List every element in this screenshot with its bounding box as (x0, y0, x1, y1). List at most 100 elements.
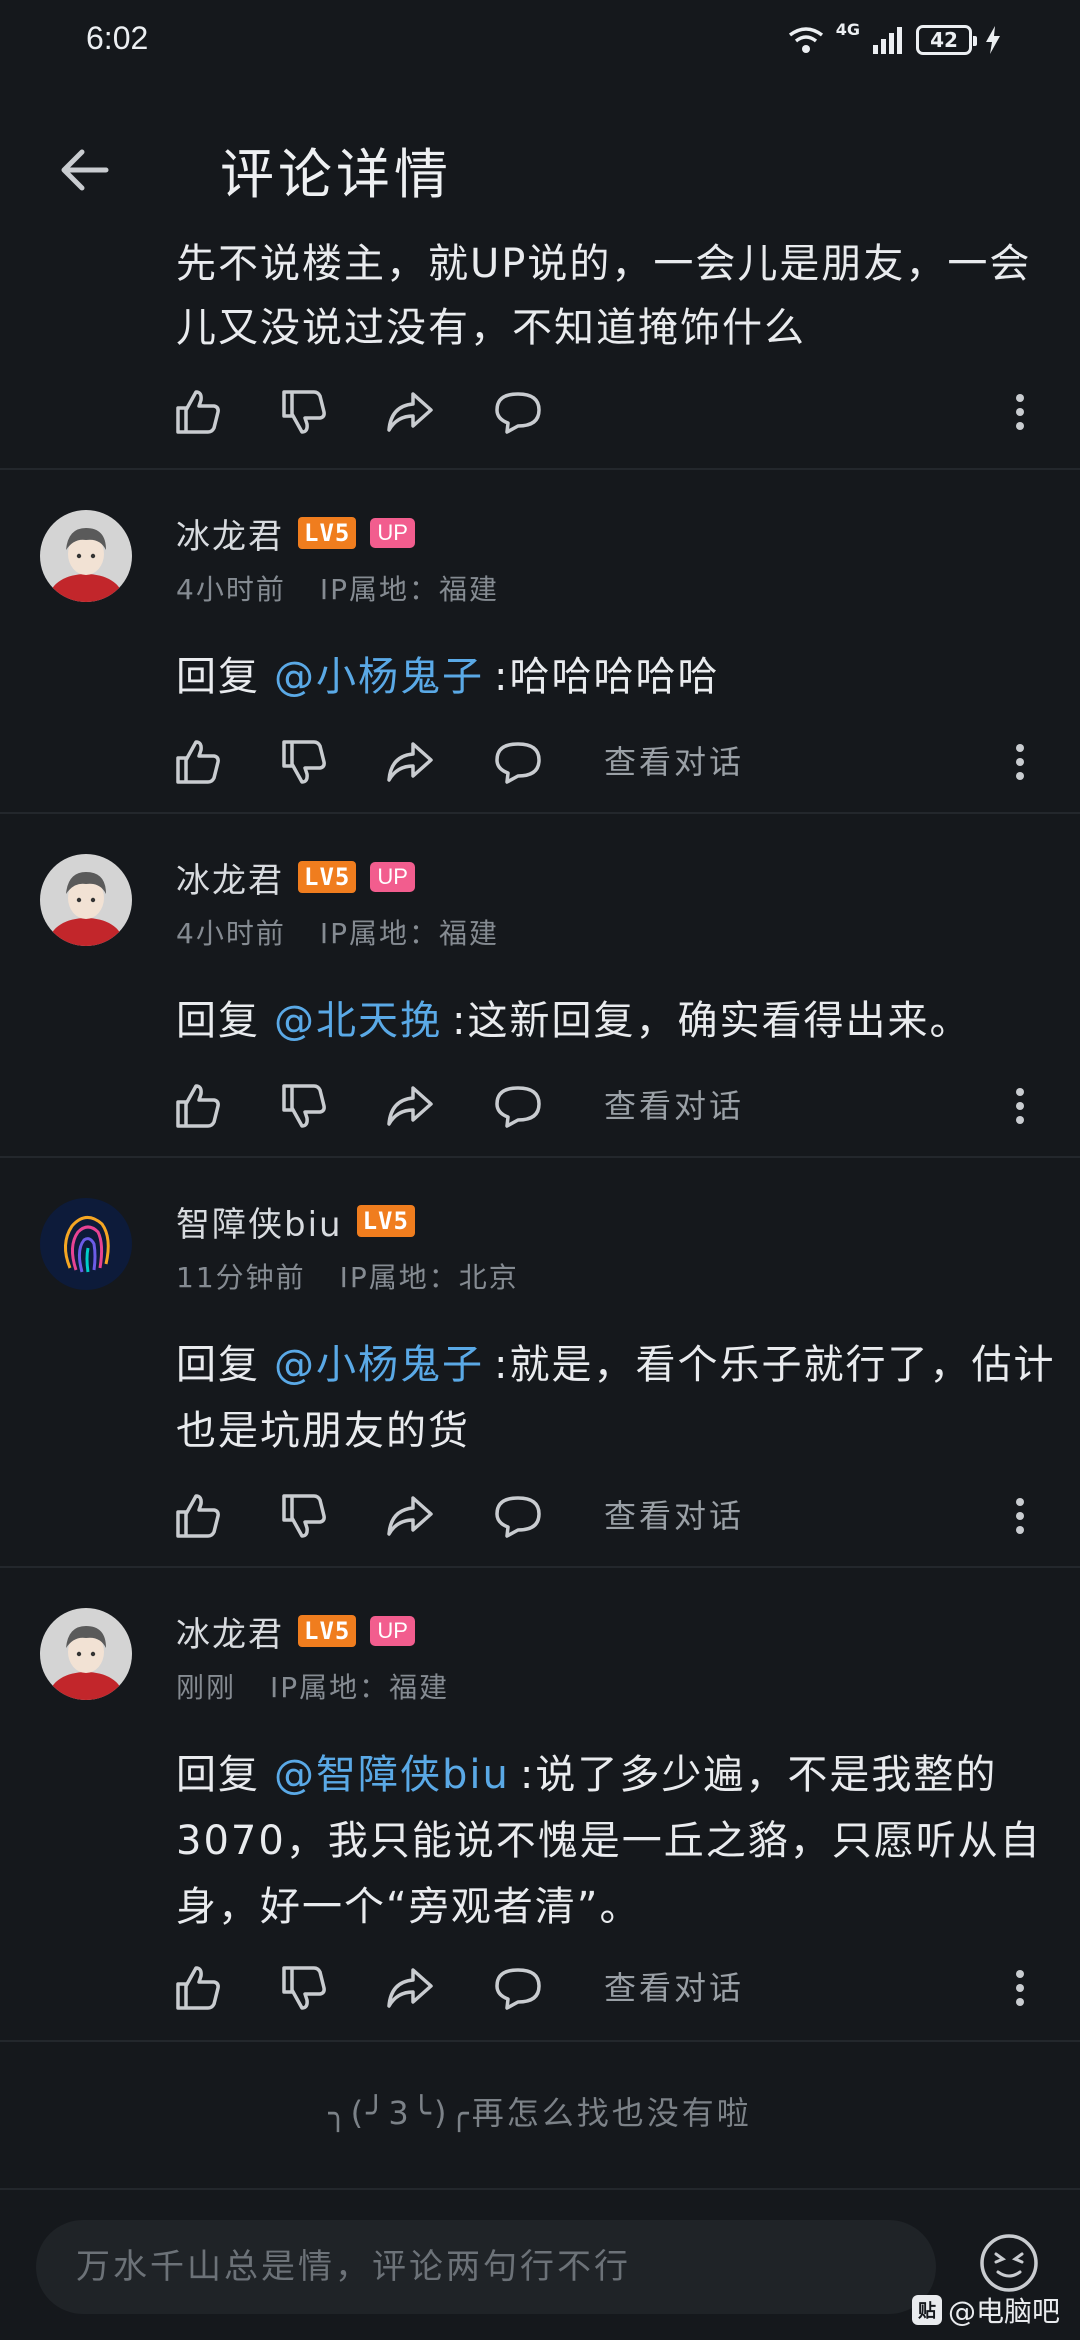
emoji-icon (980, 2234, 1038, 2292)
comment-meta: 4小时前 IP属地：福建 (176, 912, 499, 952)
comment-bubble-icon (495, 392, 541, 434)
reply-button[interactable] (492, 1962, 544, 2014)
avatar[interactable] (40, 1608, 132, 1700)
share-button[interactable] (384, 736, 436, 788)
avatar[interactable] (40, 1198, 132, 1290)
dislike-button[interactable] (278, 736, 330, 788)
avatar[interactable] (40, 854, 132, 946)
dislike-button[interactable] (278, 1080, 330, 1132)
mention-link[interactable]: @小杨鬼子 (274, 654, 484, 700)
thumbs-up-icon (176, 1084, 220, 1128)
back-button[interactable] (52, 138, 116, 202)
dislike-button[interactable] (278, 1490, 330, 1542)
share-icon (387, 1496, 433, 1536)
page-title: 评论详情 (220, 143, 452, 206)
comment-actions: 查看对话 (0, 1952, 1080, 2022)
more-button[interactable] (1000, 1962, 1040, 2014)
watermark: 贴 @电脑吧 (911, 2290, 1060, 2330)
more-button[interactable] (1000, 736, 1040, 788)
like-button[interactable] (172, 736, 224, 788)
username-row: 智障侠biu LV5 (176, 1196, 415, 1246)
comment-bubble-icon (495, 1968, 541, 2010)
comment-time: 4小时前 (176, 917, 286, 950)
reply-text: 回复 @小杨鬼子:就是，看个乐子就行了，估计也是坑朋友的货 (176, 1332, 1056, 1464)
comment-input[interactable] (36, 2220, 936, 2314)
thumbs-up-icon (176, 740, 220, 784)
more-button[interactable] (1000, 1080, 1040, 1132)
up-badge: UP (370, 862, 415, 892)
comment-bubble-icon (495, 742, 541, 784)
battery-icon: 42 (916, 25, 977, 55)
like-button[interactable] (172, 386, 224, 438)
mention-link[interactable]: @小杨鬼子 (274, 1342, 484, 1388)
view-conversation-link[interactable]: 查看对话 (604, 1962, 744, 2014)
reply-prefix: 回复 (176, 998, 260, 1044)
dislike-button[interactable] (278, 386, 330, 438)
arrow-left-icon (61, 149, 109, 191)
ip-location: IP属地：福建 (319, 573, 499, 606)
share-button[interactable] (384, 1080, 436, 1132)
share-button[interactable] (384, 1962, 436, 2014)
view-conversation-link[interactable]: 查看对话 (604, 1080, 744, 1132)
reply-prefix: 回复 (176, 1752, 260, 1798)
more-vertical-icon (1016, 1970, 1024, 2006)
level-badge: LV5 (298, 1615, 357, 1647)
wifi-icon (788, 27, 823, 53)
share-button[interactable] (384, 386, 436, 438)
level-badge: LV5 (298, 861, 357, 893)
like-button[interactable] (172, 1962, 224, 2014)
ip-location: IP属地：福建 (270, 1671, 450, 1704)
root-comment-actions (0, 376, 1080, 446)
mention-link[interactable]: @智障侠biu (274, 1752, 510, 1798)
share-icon (387, 742, 433, 782)
thumbs-down-icon (282, 1084, 326, 1128)
dislike-button[interactable] (278, 1962, 330, 2014)
level-badge: LV5 (356, 1205, 415, 1237)
battery-level: 42 (930, 28, 958, 52)
more-button[interactable] (1000, 1490, 1040, 1542)
avatar-cartoon-boy-icon (40, 854, 132, 946)
reply-text: 回复 @北天挽:这新回复，确实看得出来。 (176, 988, 1056, 1054)
comment-time: 4小时前 (176, 573, 286, 606)
more-vertical-icon (1016, 1498, 1024, 1534)
like-button[interactable] (172, 1490, 224, 1542)
header: 评论详情 (0, 120, 1080, 220)
avatar-fingerprint-icon (40, 1198, 132, 1290)
reply-button[interactable] (492, 1490, 544, 1542)
emoji-button[interactable] (978, 2232, 1040, 2294)
username-row: 冰龙君 LV5 UP (176, 508, 415, 558)
mention-link[interactable]: @北天挽 (274, 998, 442, 1044)
more-vertical-icon (1016, 1088, 1024, 1124)
view-conversation-link[interactable]: 查看对话 (604, 736, 744, 788)
thumbs-down-icon (282, 740, 326, 784)
username[interactable]: 冰龙君 (176, 1607, 284, 1656)
ip-location: IP属地：北京 (339, 1261, 519, 1294)
username[interactable]: 冰龙君 (176, 853, 284, 902)
share-button[interactable] (384, 1490, 436, 1542)
reply-content: :这新回复，确实看得出来。 (452, 998, 972, 1044)
username[interactable]: 冰龙君 (176, 509, 284, 558)
view-conversation-link[interactable]: 查看对话 (604, 1490, 744, 1542)
avatar[interactable] (40, 510, 132, 602)
reply-text: 回复 @智障侠biu:说了多少遍，不是我整的3070，我只能说不愧是一丘之貉，只愿… (176, 1742, 1056, 1940)
username[interactable]: 智障侠biu (176, 1197, 343, 1246)
network-label: 4G (835, 20, 860, 39)
signal-icon (873, 27, 902, 54)
comment-time: 刚刚 (176, 1671, 237, 1704)
root-comment-text: 先不说楼主，就UP说的，一会儿是朋友，一会儿又没说过没有，不知道掩饰什么 (176, 241, 1032, 351)
comment-item: 冰龙君 LV5 UP 4小时前 IP属地：福建 回复 @北天挽:这新回复，确实看得出… (0, 814, 1080, 1156)
comment-meta: 4小时前 IP属地：福建 (176, 568, 499, 608)
reply-button[interactable] (492, 736, 544, 788)
like-button[interactable] (172, 1080, 224, 1132)
status-bar: 6:02 4G 42 (0, 0, 1080, 80)
reply-text: 回复 @小杨鬼子:哈哈哈哈哈 (176, 644, 1056, 710)
more-vertical-icon (1016, 744, 1024, 780)
status-time: 6:02 (86, 20, 149, 56)
comment-actions: 查看对话 (0, 1070, 1080, 1140)
more-button[interactable] (1000, 386, 1040, 438)
reply-button[interactable] (492, 1080, 544, 1132)
reply-content: :哈哈哈哈哈 (494, 654, 720, 700)
reply-button[interactable] (492, 386, 544, 438)
comment-item: 冰龙君 LV5 UP 4小时前 IP属地：福建 回复 @小杨鬼子:哈哈哈哈哈 查看对… (0, 470, 1080, 812)
comment-actions: 查看对话 (0, 1480, 1080, 1550)
